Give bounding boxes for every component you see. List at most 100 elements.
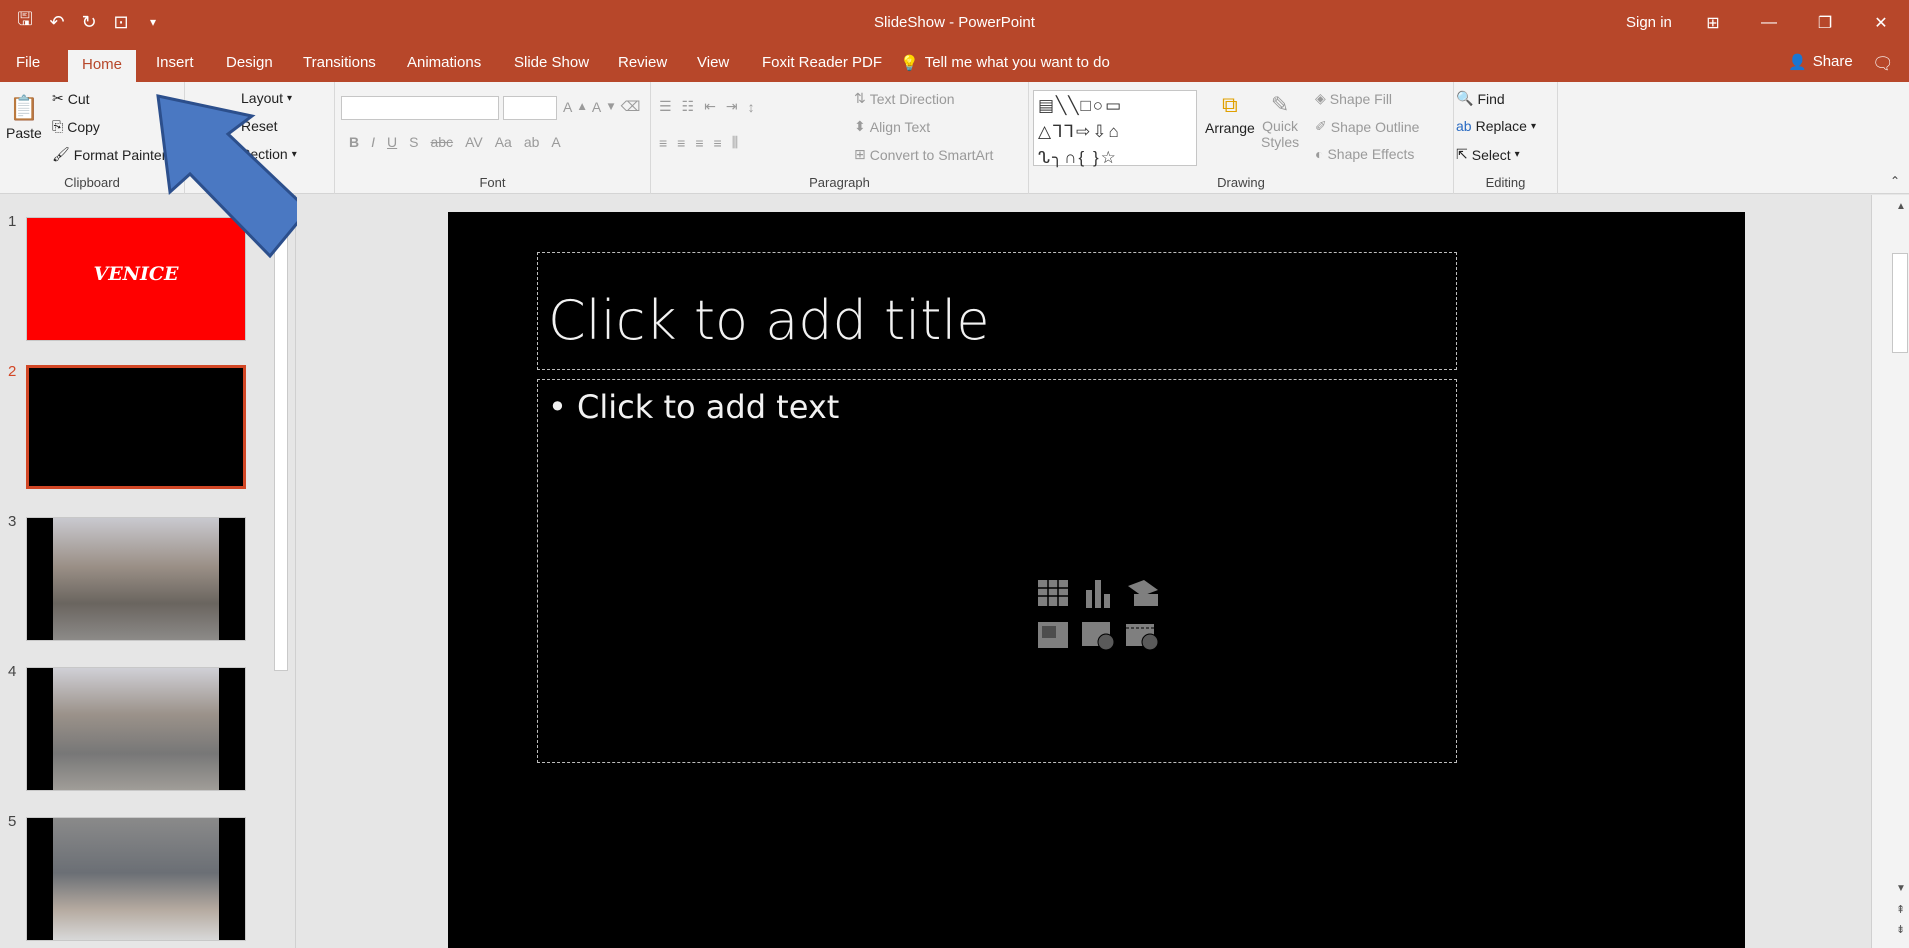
slide-thumbnail-2[interactable] <box>26 365 246 489</box>
ribbon-tabs: File Home Insert Design Transitions Anim… <box>0 46 1909 82</box>
shape-fill-label: Shape Fill <box>1329 90 1393 107</box>
italic-button[interactable]: I <box>371 134 375 150</box>
thumbnail-number: 2 <box>8 363 17 380</box>
font-name-combo[interactable] <box>341 96 499 120</box>
decrease-indent-icon[interactable]: ⇤ <box>704 98 716 115</box>
shape-outline-button[interactable]: ✐ Shape Outline <box>1315 118 1419 135</box>
scroll-thumb[interactable] <box>1892 253 1908 353</box>
slide-thumbnail-4[interactable] <box>26 667 246 791</box>
line-spacing-icon[interactable]: ↕ <box>748 99 755 115</box>
share-button[interactable]: 👤 Share <box>1788 53 1853 71</box>
align-right-icon[interactable]: ≡ <box>695 135 703 151</box>
tab-slide-show[interactable]: Slide Show <box>514 54 589 71</box>
slide-editor: Click to add title • Click to add text <box>297 195 1871 948</box>
increase-indent-icon[interactable]: ⇥ <box>726 98 738 115</box>
tab-foxit-reader-pdf[interactable]: Foxit Reader PDF <box>762 54 882 71</box>
thumbnail-number: 4 <box>8 663 17 680</box>
comments-icon[interactable]: 🗨 <box>1872 54 1894 74</box>
text-direction-button[interactable]: ⇅ Text Direction <box>854 90 955 107</box>
previous-slide-icon[interactable]: ⇞ <box>1896 903 1905 916</box>
ribbon-display-options-icon[interactable]: ⊞ <box>1685 0 1741 46</box>
tab-review[interactable]: Review <box>618 54 667 71</box>
justify-icon[interactable]: ≡ <box>714 135 722 151</box>
find-button[interactable]: 🔍 Find <box>1456 90 1505 107</box>
font-color-icon[interactable]: A <box>551 134 560 150</box>
shadow-button[interactable]: S <box>409 134 418 150</box>
arrange-button[interactable]: ⧉ Arrange <box>1205 92 1255 136</box>
align-left-icon[interactable]: ≡ <box>659 135 667 151</box>
underline-button[interactable]: U <box>387 134 397 150</box>
copy-button[interactable]: ⎘ Copy <box>52 118 100 135</box>
convert-smartart-button[interactable]: ⊞ Convert to SmartArt <box>854 146 993 163</box>
next-slide-icon[interactable]: ⇟ <box>1896 923 1905 936</box>
find-label: Find <box>1477 90 1505 107</box>
quick-styles-button[interactable]: ✎ Quick Styles <box>1261 92 1299 150</box>
scroll-up-icon[interactable]: ▲ <box>1896 201 1906 212</box>
restore-icon[interactable]: ❐ <box>1797 0 1853 46</box>
shape-effects-button[interactable]: ◐ Shape Effects <box>1315 146 1414 162</box>
numbering-icon[interactable]: ☷ <box>682 98 695 115</box>
smartart-icon: ⊞ <box>854 146 866 162</box>
tab-file[interactable]: File <box>16 54 40 71</box>
scroll-down-icon[interactable]: ▼ <box>1896 883 1906 894</box>
font-size-combo[interactable] <box>503 96 557 120</box>
paragraph-group: ☰ ☷ ⇤ ⇥ ↕ ≡ ≡ ≡ ≡ ⫼ ⇅ Text Direction ⬍ Ali… <box>651 82 1029 194</box>
thumbnail-number: 1 <box>8 213 17 230</box>
tab-animations[interactable]: Animations <box>407 54 481 71</box>
current-slide: Click to add title • Click to add text <box>448 212 1745 948</box>
tell-me-text: Tell me what you want to do <box>924 54 1110 71</box>
title-placeholder-text: Click to add title <box>548 289 990 352</box>
alignment-buttons: ≡ ≡ ≡ ≡ ⫼ <box>659 134 738 151</box>
window-title: SlideShow - PowerPoint <box>874 14 1035 31</box>
editor-scrollbar[interactable]: ▲ ▼ ⇞ ⇟ <box>1871 195 1909 948</box>
slide-thumbnail-3[interactable] <box>26 517 246 641</box>
online-pictures-icon[interactable] <box>1080 618 1116 652</box>
font-format-buttons: B I U S abc AV Aa ab A <box>349 134 561 150</box>
character-spacing-button[interactable]: AV <box>465 134 483 150</box>
insert-smartart-icon[interactable] <box>1124 576 1160 610</box>
minimize-icon[interactable]: — <box>1741 0 1797 46</box>
cut-button[interactable]: ✂ Cut <box>52 90 90 107</box>
insert-table-icon[interactable] <box>1036 576 1072 610</box>
convert-smartart-label: Convert to SmartArt <box>869 146 994 163</box>
sign-in-link[interactable]: Sign in <box>1626 14 1672 31</box>
align-text-button[interactable]: ⬍ Align Text <box>854 118 930 135</box>
share-label: Share <box>1812 53 1853 70</box>
arrange-icon: ⧉ <box>1222 92 1238 117</box>
paste-button[interactable]: 📋 Paste <box>6 94 42 141</box>
tab-insert[interactable]: Insert <box>156 54 194 71</box>
columns-icon[interactable]: ⫼ <box>732 134 738 151</box>
tab-design[interactable]: Design <box>226 54 273 71</box>
slide-thumbnail-5[interactable] <box>26 817 246 941</box>
insert-video-icon[interactable] <box>1124 618 1160 652</box>
replace-icon: ab <box>1456 118 1472 134</box>
paragraph-group-label: Paragraph <box>809 175 870 190</box>
replace-label: Replace <box>1475 118 1527 134</box>
center-icon[interactable]: ≡ <box>677 135 685 151</box>
close-icon[interactable]: ✕ <box>1853 0 1909 46</box>
select-button[interactable]: ⇱ Select ▾ <box>1456 146 1520 163</box>
shapes-gallery[interactable]: ▤╲╲□○▭ △⅂⅂⇨⇩⌂ ᔐ╮∩{ }☆ <box>1033 90 1197 167</box>
bold-button[interactable]: B <box>349 134 359 150</box>
magnifier-icon: 🔍 <box>1456 90 1474 106</box>
tab-view[interactable]: View <box>697 54 729 71</box>
highlight-icon[interactable]: ab <box>524 134 540 150</box>
insert-picture-icon[interactable] <box>1036 618 1072 652</box>
font-group-label: Font <box>479 175 506 190</box>
slide-thumbnail-panel: 1 VENICE 2 3 4 5 <box>0 195 296 948</box>
font-size-buttons[interactable]: A ▲ A ▼ ⌫ <box>563 98 641 115</box>
bullets-icon[interactable]: ☰ <box>659 98 672 115</box>
strikethrough-button[interactable]: abc <box>430 134 453 150</box>
content-placeholder[interactable]: • Click to add text <box>537 379 1457 763</box>
change-case-button[interactable]: Aa <box>495 134 512 150</box>
tell-me-box[interactable]: 💡 Tell me what you want to do <box>900 54 1110 72</box>
copy-icon: ⎘ <box>52 118 64 134</box>
title-placeholder[interactable]: Click to add title <box>537 252 1457 370</box>
collapse-ribbon-icon[interactable]: ⌃ <box>1890 174 1900 188</box>
tab-home[interactable]: Home <box>68 50 137 82</box>
insert-chart-icon[interactable] <box>1080 576 1116 610</box>
shape-fill-button[interactable]: ◈ Shape Fill <box>1315 90 1392 107</box>
replace-button[interactable]: ab Replace ▾ <box>1456 118 1536 134</box>
tab-transitions[interactable]: Transitions <box>303 54 376 71</box>
cut-label: Cut <box>67 90 90 107</box>
